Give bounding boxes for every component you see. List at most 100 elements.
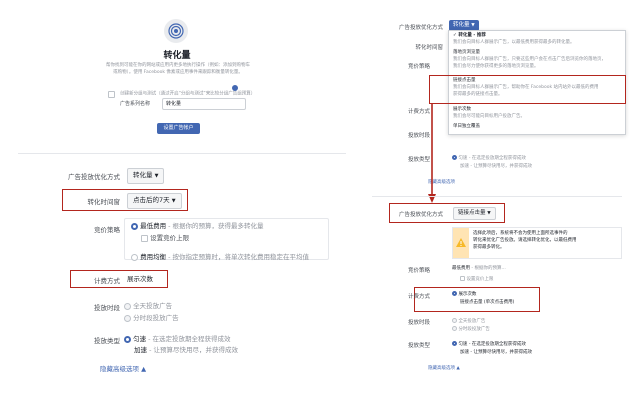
r-bid-label: 竞价策略 (407, 64, 430, 70)
split-test-checkbox[interactable] (108, 91, 115, 98)
r2-billing-label: 计费方式 (407, 294, 430, 300)
bid-strategy-label: 竞价策略 (94, 226, 120, 234)
divider (18, 153, 346, 154)
r2-hide-advanced-link[interactable]: 隐藏高级选项 ▲ (428, 366, 460, 372)
r2-billing-clicks-label: 链接点击量 (单次点击费用) (460, 300, 515, 305)
chevron-down-icon: ▼ (154, 173, 159, 179)
r-delivery-desc-text: 匀速 - 在选定投放期全程获得成效 (458, 156, 526, 161)
optimization-dropdown[interactable]: 转化量 ▼ (127, 168, 165, 184)
delivery-accelerated-desc: - 让预算尽快用尽，并获得成效 (147, 346, 238, 354)
conversion-window-value: 点击后的7天 (133, 196, 170, 204)
campaign-name-input[interactable]: 转化量 (162, 98, 246, 110)
r2-schedule-all-radio[interactable] (452, 318, 457, 323)
schedule-all-label: 全天投放广告 (133, 302, 173, 310)
r2-schedule-label: 投放时段 (407, 320, 430, 326)
bid-cap-checkbox[interactable] (141, 234, 148, 242)
link-clicks-highlight (429, 75, 626, 104)
delivery-standard-option[interactable]: 匀速 - 在选定投放期全程获得成效 (124, 335, 231, 343)
r2-delivery-standard-radio[interactable] (452, 341, 457, 346)
r-optimization-label: 广告投放优化方式 (398, 25, 443, 31)
cost-cap-desc: - 按你指定预算时，将单次转化费用稳定在平均值 (166, 253, 310, 261)
warning-text-3: 获得最多转化。 (473, 245, 505, 250)
conversion-target-icon (164, 19, 188, 43)
cost-cap-option[interactable]: 费用均衡 - 按你指定预算时，将单次转化费用稳定在平均值 (131, 253, 309, 261)
menu-item-landing-page[interactable]: 落地页浏览量 (453, 50, 480, 56)
schedule-partial-radio[interactable] (124, 314, 131, 322)
r2-delivery-opt2[interactable]: 加速 - 让预算尽快用尽，并获得成效 (460, 350, 532, 356)
lowest-cost-option[interactable]: 最低费用 - 根据你的预算，获得最多转化量 (131, 222, 264, 230)
schedule-option-all[interactable]: 全天投放广告 (124, 302, 172, 310)
schedule-partial-label: 分时段投放广告 (133, 314, 179, 322)
r2-billing-opt1-row[interactable]: 展示次数 (452, 291, 476, 298)
menu-item-daily-reach[interactable]: 单日独立覆盖 (453, 124, 480, 130)
r2-optimization-dropdown[interactable]: 链接点击量 ▼ (453, 207, 496, 220)
optimization-label: 广告投放优化方式 (68, 173, 120, 181)
r2-optimization-label: 广告投放优化方式 (398, 212, 443, 218)
schedule-label: 投放时段 (94, 304, 120, 312)
conversion-window-label: 转化时间窗 (87, 198, 121, 206)
r-window-label: 转化时间窗 (415, 45, 443, 51)
r2-schedule-opt1[interactable]: 全天投放广告 (452, 318, 485, 325)
r2-billing-impressions-radio[interactable] (452, 291, 457, 296)
delivery-accelerated-option[interactable]: 加速 - 让预算尽快用尽，并获得成效 (134, 346, 238, 354)
cost-cap-radio[interactable] (131, 253, 138, 261)
r2-billing-opt2-row[interactable]: 链接点击量 (单次点击费用) (460, 300, 514, 306)
r-delivery-label: 投放类型 (407, 157, 430, 163)
chevron-down-icon: ▼ (487, 211, 491, 216)
warning-text-1: 选择此项后，系统将不会为使用上面所选事件的 (473, 231, 568, 236)
r2-schedule-opt2[interactable]: 分时段投放广告 (452, 326, 490, 333)
r2-bid-cap-checkbox[interactable] (460, 276, 465, 281)
delivery-standard-desc: - 在选定投放期全程获得成效 (146, 335, 231, 343)
menu-desc-landing-2: 我们会尽力使你获得更多的落地页浏览量。 (453, 64, 539, 69)
r2-schedule-all-label: 全天投放广告 (458, 319, 486, 324)
r2-delivery-opt1[interactable]: 匀速 - 在选定投放期全程获得成效 (452, 341, 526, 348)
page-title: 转化量 (163, 51, 191, 61)
billing-value: 展示次数 (127, 275, 153, 283)
lowest-cost-desc: - 根据你的预算，获得最多转化量 (166, 222, 264, 230)
warning-icon (456, 238, 466, 247)
optimization-value: 转化量 (133, 171, 153, 179)
warning-text-2: 转化来优化广告投放。请选择转化优化，以最低费用 (473, 238, 577, 243)
r2-optimization-value: 链接点击量 (458, 210, 486, 216)
r2-bid-cap-label: 设置竞价上限 (466, 277, 494, 282)
r2-bid-label: 竞价策略 (407, 268, 430, 274)
r2-bid-cap-option[interactable]: 设置竞价上限 (460, 276, 493, 283)
r2-bid-desc: - 根据你的预算... (470, 266, 506, 271)
schedule-all-radio[interactable] (124, 302, 131, 310)
r-delivery-radio[interactable] (452, 155, 457, 160)
conversion-window-dropdown[interactable]: 点击后的7天 ▼ (127, 193, 182, 209)
menu-item-impressions[interactable]: 展示次数 (453, 107, 471, 113)
menu-desc-impressions: 我们会尽可能向目标用户投放广告。 (453, 114, 525, 119)
r-optimization-value: 转化量 (453, 22, 470, 28)
r2-schedule-partial-label: 分时段投放广告 (458, 327, 490, 332)
r2-bid-value: 最低费用 (452, 266, 470, 271)
delivery-standard-radio[interactable] (124, 335, 131, 343)
r-divider (372, 196, 622, 197)
schedule-option-partial[interactable]: 分时段投放广告 (124, 314, 179, 322)
hide-advanced-link[interactable]: 隐藏高级选项 ▲ (100, 365, 146, 373)
menu-item-conversions[interactable]: ✓ 转化量 - 推荐 (453, 33, 486, 39)
campaign-name-value: 转化量 (166, 101, 182, 107)
r-billing-label: 计费方式 (407, 109, 430, 115)
objective-desc-1: 帮你找到可能在你的网站或应用内更多地执行操作（例如：添加到购物车 (106, 63, 250, 68)
menu-desc-landing-1: 我们会向目标人群展示广告，只要这些用户会在点击广告后浏览你的落地页， (453, 57, 606, 62)
menu-desc-conversions: 我们会向目标人群展示广告，以最低费用获得最多的转化量。 (453, 40, 575, 45)
chevron-down-icon: ▼ (471, 23, 475, 28)
r2-delivery-label: 投放类型 (407, 343, 430, 349)
cost-cap-title: 费用均衡 (140, 253, 167, 261)
delivery-standard-title: 匀速 (133, 335, 147, 343)
r2-billing-impressions-label: 展示次数 (458, 292, 477, 297)
set-ad-account-button[interactable]: 设置广告帐户 (157, 123, 200, 134)
r2-bid-value-row: 最低费用 - 根据你的预算... (452, 266, 506, 272)
lowest-cost-radio[interactable] (131, 222, 138, 230)
billing-label: 计费方式 (94, 277, 120, 285)
info-icon (232, 85, 238, 91)
r-schedule-label: 投放时段 (407, 133, 430, 139)
r2-schedule-partial-radio[interactable] (452, 326, 457, 331)
bid-cap-label: 设置竞价上限 (150, 234, 190, 242)
warning-icon-area (453, 228, 469, 258)
delivery-accelerated-title: 加速 (134, 346, 147, 354)
chevron-down-icon: ▼ (171, 198, 176, 204)
bid-cap-option[interactable]: 设置竞价上限 (141, 234, 189, 242)
campaign-name-label: 广告系列名称 (120, 101, 151, 107)
